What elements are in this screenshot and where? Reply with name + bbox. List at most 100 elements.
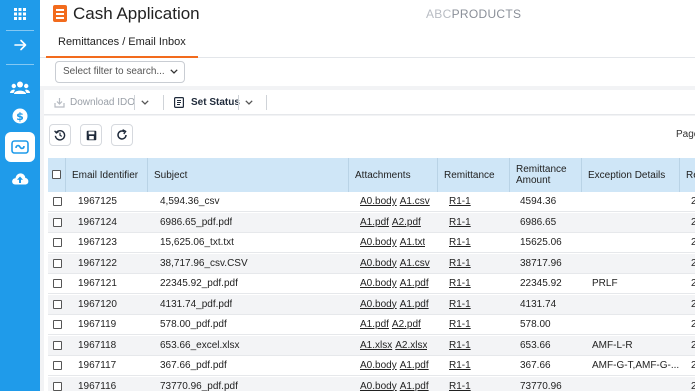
table-row[interactable]: 1967121 22345.92_pdf.pdf R1-1 22345.92 PRLF 2…: [48, 274, 695, 294]
attachment-link[interactable]: A0.body: [360, 360, 397, 371]
cell-next-column: 20: [691, 237, 695, 248]
attachment-link[interactable]: A1.pdf: [400, 381, 429, 391]
header-attachments[interactable]: Attachments: [349, 158, 438, 192]
row-checkbox[interactable]: [53, 361, 62, 370]
attachment-link[interactable]: A0.body: [360, 299, 397, 310]
header-email-identifier[interactable]: Email Identifier: [66, 158, 148, 192]
cell-next-column: 20: [691, 278, 695, 289]
row-checkbox[interactable]: [53, 217, 62, 227]
cell-email-identifier: 1967117: [78, 360, 117, 371]
table-row[interactable]: 1967125 4,594.36_csv R1-1 4594.36 20 A0.bodyA…: [48, 192, 695, 212]
attachment-link[interactable]: A1.pdf: [400, 278, 429, 289]
cell-remittance-amount: 4594.36: [520, 196, 557, 207]
dollar-icon[interactable]: $: [0, 102, 40, 130]
cell-remittance[interactable]: R1-1: [449, 233, 471, 253]
action-toolbar: Download IDO Set Status: [44, 90, 695, 115]
cell-remittance[interactable]: R1-1: [449, 192, 471, 212]
table-row[interactable]: 1967123 15,625.06_txt.txt R1-1 15625.06 20 A0…: [48, 233, 695, 253]
attachment-link[interactable]: A1.pdf: [400, 299, 429, 310]
attachment-link[interactable]: A0.body: [360, 278, 397, 289]
attachment-link[interactable]: A2.pdf: [392, 319, 421, 330]
filter-select[interactable]: Select filter to search...: [55, 61, 185, 83]
row-checkbox[interactable]: [53, 320, 62, 329]
cell-exception-details: PRLF: [592, 278, 618, 289]
select-all-checkbox[interactable]: [52, 170, 61, 179]
chevron-down-icon: [170, 69, 178, 74]
table-row[interactable]: 1967119 578.00_pdf.pdf R1-1 578.00 20 A1.pdfA…: [48, 315, 695, 335]
attachment-link[interactable]: A2.pdf: [392, 217, 421, 228]
table-row[interactable]: 1967116 73770.96_pdf.pdf R1-1 73770.96 20 A0.…: [48, 376, 695, 391]
row-checkbox[interactable]: [53, 340, 62, 350]
row-checkbox[interactable]: [53, 381, 62, 391]
tab-bar: Remittances / Email Inbox: [40, 28, 695, 58]
save-button[interactable]: [80, 124, 102, 146]
header-exception-details[interactable]: Exception Details: [582, 158, 680, 192]
apps-grid-icon[interactable]: [0, 0, 40, 28]
attachment-link[interactable]: A1.csv: [400, 258, 430, 269]
cell-remittance[interactable]: R1-1: [449, 336, 471, 356]
header-remittance[interactable]: Remittance: [438, 158, 510, 192]
cell-attachments: A0.body A1.pdf: [360, 295, 429, 315]
select-all-cell: [48, 158, 66, 192]
header-subject[interactable]: Subject: [148, 158, 349, 192]
cell-next-column: 20: [691, 339, 695, 351]
attachment-link[interactable]: A0.body: [360, 381, 397, 391]
document-icon: [174, 97, 184, 108]
attachment-link[interactable]: A0.body: [360, 237, 397, 248]
download-ido-button[interactable]: Download IDO: [54, 92, 135, 113]
arrow-right-icon[interactable]: [0, 31, 40, 59]
table-row[interactable]: 1967124 6986.65_pdf.pdf R1-1 6986.65 20 A1.pd…: [48, 212, 695, 233]
toolbar-divider: [238, 95, 239, 110]
attachment-link[interactable]: A1.pdf: [400, 360, 429, 371]
attachment-link[interactable]: A1.pdf: [360, 319, 389, 330]
row-checkbox[interactable]: [53, 197, 62, 206]
cell-next-column: 20: [691, 319, 695, 330]
cell-remittance[interactable]: R1-1: [449, 295, 471, 315]
cell-remittance-amount: 22345.92: [520, 278, 562, 289]
cell-remittance[interactable]: R1-1: [449, 356, 471, 376]
cell-attachments: A0.body A1.pdf: [360, 356, 429, 376]
cell-email-identifier: 1967125: [78, 196, 117, 207]
brand-logo-suffix: PRODUCTS: [451, 7, 522, 21]
row-checkbox[interactable]: [53, 299, 62, 309]
header-remittance-amount[interactable]: Remittance Amount: [510, 158, 582, 192]
attachment-link[interactable]: A0.body: [360, 258, 397, 269]
set-status-label: Set Status: [191, 97, 240, 108]
table-row[interactable]: 1967120 4131.74_pdf.pdf R1-1 4131.74 20 A0.bo…: [48, 294, 695, 315]
tab-remittances-email-inbox[interactable]: Remittances / Email Inbox: [46, 28, 198, 58]
table-row[interactable]: 1967118 653.66_excel.xlsx R1-1 653.66 AMF-L-…: [48, 335, 695, 356]
brand-logo: ABCPRODUCTS: [426, 7, 521, 21]
cell-remittance[interactable]: R1-1: [449, 274, 471, 294]
table-row[interactable]: 1967122 38,717.96_csv.CSV R1-1 38717.96 20 A0…: [48, 253, 695, 274]
cell-remittance[interactable]: R1-1: [449, 315, 471, 335]
row-checkbox[interactable]: [53, 238, 62, 247]
set-status-menu-button[interactable]: [242, 92, 256, 113]
attachment-link[interactable]: A2.xlsx: [395, 340, 427, 351]
header-next-column[interactable]: Re: [680, 158, 695, 192]
cell-remittance[interactable]: R1-1: [449, 377, 471, 391]
set-status-button[interactable]: Set Status: [174, 92, 240, 113]
table-row[interactable]: 1967117 367.66_pdf.pdf R1-1 367.66 AMF-G-T,A…: [48, 356, 695, 376]
cell-next-column: 20: [691, 196, 695, 207]
download-menu-button[interactable]: [138, 92, 152, 113]
cell-exception-details: AMF-L-R: [592, 339, 633, 351]
attachment-link[interactable]: A1.xlsx: [360, 340, 392, 351]
cell-remittance[interactable]: R1-1: [449, 254, 471, 274]
history-button[interactable]: [49, 124, 71, 146]
cell-remittance[interactable]: R1-1: [449, 213, 471, 233]
grid-header: Email Identifier Subject Attachments Rem…: [48, 158, 695, 192]
attachment-link[interactable]: A1.csv: [400, 196, 430, 207]
refresh-button[interactable]: [111, 124, 133, 146]
row-checkbox[interactable]: [53, 258, 62, 268]
cloud-upload-icon[interactable]: [0, 164, 40, 192]
cell-subject: 15,625.06_txt.txt: [160, 237, 234, 248]
cell-subject: 578.00_pdf.pdf: [160, 319, 227, 330]
users-icon[interactable]: [0, 74, 40, 102]
row-checkbox[interactable]: [53, 279, 62, 288]
remittance-icon[interactable]: [5, 132, 35, 162]
cell-attachments: A1.xlsx A2.xlsx: [360, 336, 427, 356]
attachment-link[interactable]: A1.txt: [400, 237, 426, 248]
cell-next-column: 20: [691, 298, 695, 310]
attachment-link[interactable]: A1.pdf: [360, 217, 389, 228]
attachment-link[interactable]: A0.body: [360, 196, 397, 207]
